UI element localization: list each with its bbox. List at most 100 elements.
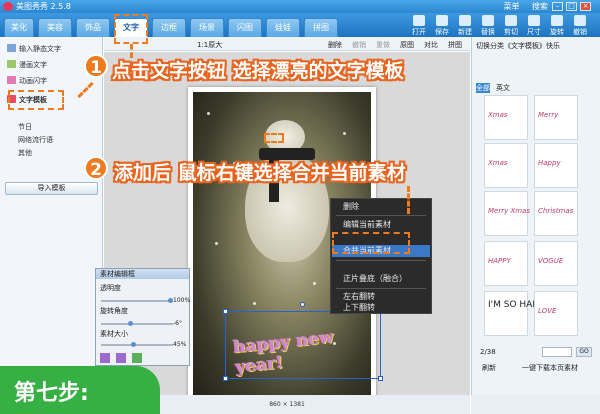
size-knob[interactable] xyxy=(131,342,137,347)
tab-collage[interactable]: 拼图 xyxy=(304,18,338,37)
menu-separator xyxy=(336,260,426,261)
undo-action[interactable]: 撤销 xyxy=(352,40,366,50)
template-thumb[interactable]: LOVE xyxy=(534,291,578,336)
arrow-right-icon xyxy=(264,133,284,143)
resize-handle[interactable] xyxy=(378,376,383,381)
resize-handle[interactable] xyxy=(223,309,228,314)
save-button[interactable]: 保存 xyxy=(431,14,453,36)
opacity-slider[interactable] xyxy=(101,298,173,303)
filter-english[interactable]: 英文 xyxy=(496,83,510,93)
tab-flash[interactable]: 闪图 xyxy=(228,18,262,37)
rotation-value: -6° xyxy=(173,320,182,327)
maximize-icon[interactable]: □ xyxy=(566,2,577,11)
template-thumb[interactable]: Merry Xmas xyxy=(484,191,530,236)
menu-item-edit[interactable]: 编辑当前素材 xyxy=(343,219,391,231)
rotate-button[interactable]: 旋转 xyxy=(546,14,568,36)
menu-separator xyxy=(336,288,426,289)
search-link[interactable]: 搜索 xyxy=(532,2,548,11)
text-sticker[interactable]: happy new year! xyxy=(223,302,383,381)
step-two-instruction: 添加后 鼠标右键选择合并当前素材 xyxy=(114,162,406,184)
category-header[interactable]: 切换分类《文字模板》快乐 xyxy=(476,41,560,51)
rotation-label: 旋转角度 xyxy=(100,307,128,315)
collage-action[interactable]: 拼图 xyxy=(448,40,462,50)
image-size: 860 × 1381 xyxy=(269,401,305,408)
refresh-button[interactable]: 刷新 xyxy=(482,363,496,373)
download-page-button[interactable]: 一键下载本页素材 xyxy=(522,363,578,373)
snowflake xyxy=(215,242,218,245)
minimize-icon[interactable]: – xyxy=(552,2,563,11)
resize-handle[interactable] xyxy=(223,376,228,381)
snowflake xyxy=(313,282,316,285)
item-animated-text[interactable]: 动画闪字 xyxy=(7,76,47,86)
flip-icon[interactable] xyxy=(100,353,110,363)
crop-icon xyxy=(505,15,517,26)
item-static-text[interactable]: 输入静态文字 xyxy=(7,44,61,54)
open-button[interactable]: 打开 xyxy=(408,14,430,36)
tab-frame[interactable]: 边框 xyxy=(152,18,186,37)
template-thumb[interactable]: Xmas xyxy=(484,143,528,188)
size-slider[interactable] xyxy=(101,342,173,347)
menu-item-multiply[interactable]: 正片叠底（融合） xyxy=(343,273,407,285)
close-icon[interactable]: × xyxy=(580,2,591,11)
text-icon xyxy=(7,44,16,52)
snowflake xyxy=(207,112,210,115)
original-action[interactable]: 原图 xyxy=(400,40,414,50)
new-button[interactable]: 新建 xyxy=(454,14,476,36)
redo-action[interactable]: 重做 xyxy=(376,40,390,50)
crop-button[interactable]: 剪切 xyxy=(500,14,522,36)
go-button[interactable]: GO xyxy=(576,347,592,357)
menu-item-delete[interactable]: 删除 xyxy=(343,201,359,213)
save-icon xyxy=(436,15,448,26)
menu-link[interactable]: 菜单 xyxy=(503,2,519,11)
delete-action[interactable]: 删除 xyxy=(328,40,342,50)
title-bar: 美图秀秀 2.5.8 菜单 搜索 – □ × xyxy=(0,0,600,13)
tab-accessories[interactable]: 饰品 xyxy=(76,18,110,37)
sub-item-festival[interactable]: 节日 xyxy=(18,122,32,132)
flip-vertical-icon[interactable] xyxy=(116,353,126,363)
highlight-merge-item xyxy=(332,232,410,254)
template-thumb[interactable]: Christmas xyxy=(534,191,578,236)
template-thumb[interactable]: Xmas xyxy=(484,95,528,140)
item-comic-text[interactable]: 漫画文字 xyxy=(7,60,47,70)
compare-action[interactable]: 对比 xyxy=(424,40,438,50)
step-two-badge: 2 xyxy=(84,156,108,180)
tab-doll[interactable]: 娃娃 xyxy=(266,18,300,37)
sub-item-other[interactable]: 其他 xyxy=(18,148,32,158)
comic-icon xyxy=(7,60,16,68)
template-thumb[interactable]: I'M SO HAPPY xyxy=(484,291,549,336)
menu-separator xyxy=(336,215,426,216)
undo-button[interactable]: 撤销 xyxy=(569,14,591,36)
size-label: 素材大小 xyxy=(100,330,128,338)
template-thumb[interactable]: VOGUE xyxy=(534,241,578,286)
right-status-bar xyxy=(471,395,600,414)
tab-scene[interactable]: 场景 xyxy=(190,18,224,37)
rotation-knob[interactable] xyxy=(127,321,133,326)
template-thumb[interactable]: Merry xyxy=(534,95,578,140)
right-panel: 切换分类《文字模板》快乐 全部 英文 Xmas Merry Xmas Happy… xyxy=(471,37,600,395)
filter-all[interactable]: 全部 xyxy=(476,83,490,93)
app-logo-icon xyxy=(3,2,13,11)
menu-item-flip-vertical[interactable]: 上下翻转 xyxy=(343,302,375,314)
context-menu: 删除 编辑当前素材 合并当前素材 正片叠底（融合） 左右翻转 上下翻转 xyxy=(330,198,432,314)
tab-beautify[interactable]: 美化 xyxy=(4,18,34,37)
resize-button[interactable]: 尺寸 xyxy=(523,14,545,36)
page-input[interactable] xyxy=(542,347,572,357)
sub-item-internet-slang[interactable]: 网络流行语 xyxy=(18,135,53,145)
app-title: 美图秀秀 2.5.8 xyxy=(16,2,71,11)
highlight-text-tab xyxy=(114,14,148,44)
rotation-slider[interactable] xyxy=(101,321,173,326)
template-thumb[interactable]: HAPPY xyxy=(484,241,528,286)
import-template-button[interactable]: 导入模板 xyxy=(5,182,98,195)
rotate-handle[interactable] xyxy=(300,302,305,307)
canvas-toolbar: 1:1原大 删除 撤销 重做 原图 对比 拼图 xyxy=(104,37,470,51)
replace-button[interactable]: 替换 xyxy=(477,14,499,36)
open-icon xyxy=(413,15,425,26)
zoom-label[interactable]: 1:1原大 xyxy=(197,40,222,50)
tab-face[interactable]: 美容 xyxy=(38,18,72,37)
copy-icon[interactable] xyxy=(132,353,142,363)
template-thumb[interactable]: Happy xyxy=(534,143,578,188)
step-label: 第七步: xyxy=(0,366,160,414)
undo-icon xyxy=(574,15,586,26)
new-icon xyxy=(459,15,471,26)
material-editor-panel: 素材编辑框 透明度 100% 旋转角度 -6° 素材大小 45% xyxy=(95,268,190,366)
